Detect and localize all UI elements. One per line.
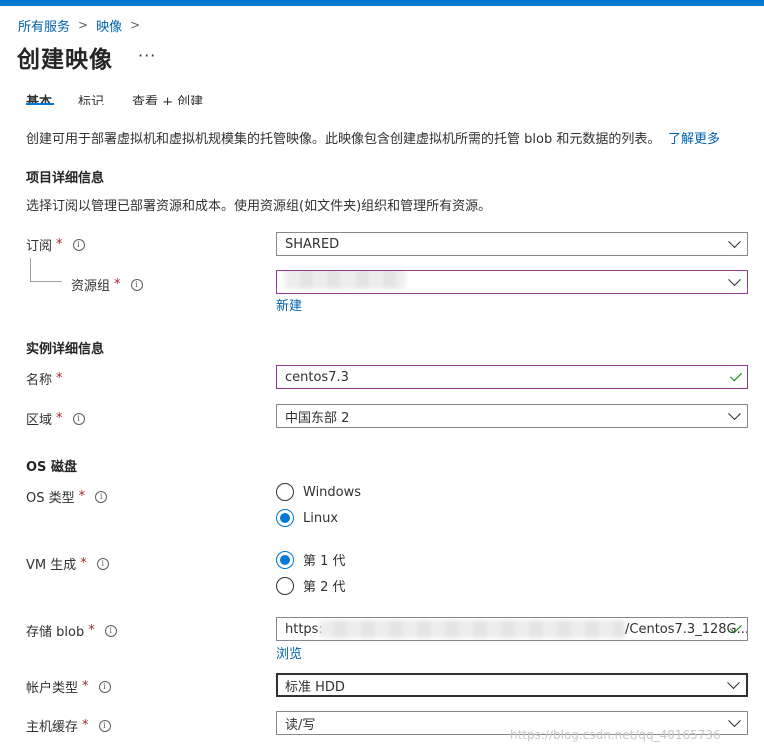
name-label-text: 名称 [26,373,53,388]
gen1-label: 第 1 代 [303,554,346,569]
required-marker: * [56,237,63,252]
section-project-details: 项目详细信息 [26,171,105,186]
section-instance-details: 实例详细信息 [26,342,105,357]
required-marker: * [56,411,63,426]
region-dropdown[interactable]: 中国东部 2 [276,404,748,428]
storage-blob-label-text: 存储 blob [26,625,85,640]
more-options-button[interactable]: ··· [138,46,156,65]
active-tab-indicator [26,103,54,105]
os-type-linux-option[interactable]: Linux [276,509,338,527]
region-label-text: 区域 [26,413,53,428]
subscription-value: SHARED [285,236,340,252]
tab-review-create[interactable]: 查看 + 创建 [132,91,203,105]
resource-group-label: 资源组 * i [71,275,143,294]
checkmark-icon [729,369,743,382]
browse-link[interactable]: 浏览 [276,643,302,662]
account-type-label: 帐户类型 * i [26,677,111,696]
resource-group-dropdown[interactable] [276,270,748,294]
info-icon[interactable]: i [72,412,85,425]
info-icon[interactable]: i [98,719,111,732]
chevron-right-icon: > [78,18,89,32]
os-linux-label: Linux [303,510,339,526]
create-new-resource-group-link[interactable]: 新建 [276,295,302,314]
breadcrumb-all-services[interactable]: 所有服务 [18,16,70,35]
account-type-value: 标准 HDD [285,679,345,695]
project-description: 选择订阅以管理已部署资源和成本。使用资源组(如文件夹)组织和管理所有资源。 [26,199,492,214]
name-input[interactable]: centos7.3 [276,365,748,389]
os-windows-label: Windows [303,484,362,500]
learn-more-link[interactable]: 了解更多 [668,128,720,147]
radio-gen2[interactable] [276,576,294,595]
host-cache-value: 读/写 [285,717,316,733]
tab-bar: 基本 标记 查看 + 创建 [26,87,426,105]
info-icon[interactable]: i [72,238,85,251]
chevron-down-icon [728,273,741,287]
watermark: https://blog.csdn.net/qq_40165736 [510,728,721,742]
info-icon[interactable]: i [95,490,108,503]
radio-gen1[interactable] [276,550,294,569]
account-type-label-text: 帐户类型 [26,681,79,696]
storage-blob-label: 存储 blob * i [26,621,117,640]
breadcrumb-images[interactable]: 映像 [96,16,122,35]
intro-description: 创建可用于部署虚拟机和虚拟机规模集的托管映像。此映像包含创建虚拟机所需的托管 b… [26,132,661,147]
subscription-dropdown[interactable]: SHARED [276,232,748,256]
section-os-disk: OS 磁盘 [26,460,77,475]
tab-tags[interactable]: 标记 [78,91,104,105]
required-marker: * [88,623,95,638]
name-value: centos7.3 [285,369,349,385]
chevron-down-icon [728,714,741,728]
os-type-windows-option[interactable]: Windows [276,483,361,501]
required-marker: * [78,489,86,504]
subscription-label: 订阅 * i [26,235,85,254]
gen2-label: 第 2 代 [303,580,346,595]
os-type-label: OS 类型 * i [26,487,108,506]
chevron-right-icon: > [130,18,141,32]
vm-generation-label: VM 生成 * i [26,554,109,573]
chevron-down-icon [727,676,740,690]
chevron-down-icon [728,235,741,249]
info-icon[interactable]: i [96,557,109,570]
redacted-region [285,271,405,289]
host-cache-label: 主机缓存 * i [26,716,111,735]
tree-connector [30,281,62,282]
required-marker: * [82,718,89,733]
region-label: 区域 * i [26,409,85,428]
info-icon[interactable]: i [104,624,117,637]
required-marker: * [80,556,87,571]
os-type-label-text: OS 类型 [26,491,75,506]
top-accent-bar [0,0,764,6]
required-marker: * [114,277,121,292]
vm-gen1-option[interactable]: 第 1 代 [276,550,346,569]
name-label: 名称 * [26,369,63,388]
required-marker: * [82,679,89,694]
storage-blob-prefix: https: [285,621,323,637]
host-cache-label-text: 主机缓存 [26,720,79,735]
breadcrumb: 所有服务 > 映像 > [18,15,148,35]
page-title: 创建映像 [17,47,113,73]
radio-windows[interactable] [276,483,294,501]
chevron-down-icon [728,407,741,421]
vm-gen2-option[interactable]: 第 2 代 [276,576,346,595]
subscription-label-text: 订阅 [26,239,53,254]
tree-connector [30,258,31,282]
info-icon[interactable]: i [130,278,143,291]
resource-group-label-text: 资源组 [71,279,111,294]
radio-linux[interactable] [276,509,294,527]
account-type-dropdown[interactable]: 标准 HDD [276,673,748,697]
required-marker: * [56,371,63,386]
vm-generation-label-text: VM 生成 [26,558,77,573]
info-icon[interactable]: i [98,680,111,693]
region-value: 中国东部 2 [285,410,350,426]
redacted-region [319,620,625,638]
storage-blob-input[interactable]: https: /Centos7.3_128G... [276,617,748,641]
